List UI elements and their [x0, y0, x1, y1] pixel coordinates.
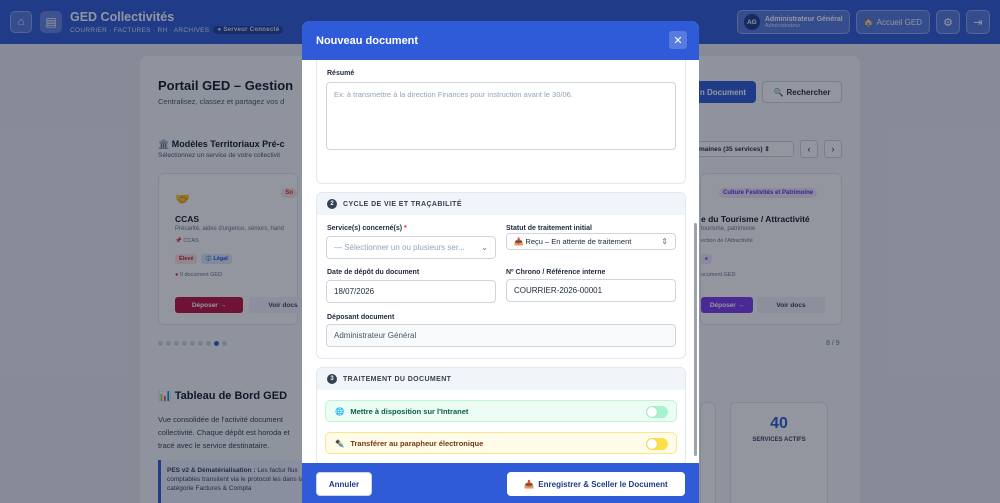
modal-footer: Annuler 📥 Enregistrer & Sceller le Docum… [302, 463, 699, 503]
status-label: Statut de traitement initial [506, 225, 592, 232]
modal-header: Nouveau document ✕ [302, 21, 699, 60]
summary-label: Résumé [327, 70, 355, 77]
status-select[interactable]: 📥 Reçu – En attente de traitement ⇕ [506, 233, 676, 250]
section-number: 2 [327, 199, 337, 209]
close-icon: ✕ [673, 34, 683, 47]
pen-icon: ✒️ [335, 438, 345, 448]
save-button-label: Enregistrer & Sceller le Document [538, 479, 668, 489]
date-input[interactable]: 18/07/2026 [326, 280, 496, 303]
intranet-label: Mettre à disposition sur l'Intranet [350, 406, 469, 416]
toggle-knob [647, 439, 657, 449]
new-document-modal: Nouveau document ✕ Résumé Ex: à transmet… [302, 21, 699, 503]
close-button[interactable]: ✕ [669, 31, 687, 49]
depositor-field: Administrateur Général [326, 324, 676, 347]
services-label: Service(s) concerné(s) * [327, 225, 407, 232]
section-number: 3 [327, 374, 337, 384]
parapheur-toggle-row[interactable]: ✒️ Transférer au parapheur électronique [325, 432, 677, 454]
section-general: Résumé Ex: à transmettre à la direction … [316, 60, 686, 184]
save-seal-button[interactable]: 📥 Enregistrer & Sceller le Document [507, 472, 685, 496]
modal-title: Nouveau document [316, 34, 419, 47]
section-title: CYCLE DE VIE ET TRAÇABILITÉ [343, 200, 462, 208]
summary-textarea[interactable]: Ex: à transmettre à la direction Finance… [326, 82, 676, 150]
intranet-toggle-row[interactable]: 🌐 Mettre à disposition sur l'Intranet [325, 400, 677, 422]
intranet-toggle[interactable] [646, 406, 668, 418]
chrono-input[interactable]: COURRIER-2026-00001 [506, 279, 676, 302]
chrono-label: Nº Chrono / Référence interne [506, 269, 606, 276]
toggle-knob [647, 407, 657, 417]
section-processing: 3 TRAITEMENT DU DOCUMENT 🌐 Mettre à disp… [316, 367, 686, 463]
parapheur-toggle[interactable] [646, 438, 668, 450]
globe-icon: 🌐 [335, 406, 345, 416]
date-label: Date de dépôt du document [327, 269, 420, 276]
section-title: TRAITEMENT DU DOCUMENT [343, 375, 452, 383]
required-marker: * [404, 225, 407, 232]
inbox-icon: 📥 [524, 479, 535, 489]
chevron-down-icon: ⌄ [481, 243, 488, 252]
section-lifecycle: 2 CYCLE DE VIE ET TRAÇABILITÉ Service(s)… [316, 192, 686, 359]
modal-body[interactable]: Résumé Ex: à transmettre à la direction … [302, 60, 699, 463]
cancel-button[interactable]: Annuler [316, 472, 372, 496]
parapheur-label: Transférer au parapheur électronique [350, 438, 484, 448]
modal-scrollbar[interactable] [694, 223, 697, 456]
services-multiselect[interactable]: — Sélectionner un ou plusieurs ser... ⌄ [326, 236, 496, 259]
depositor-label: Déposant document [327, 314, 395, 321]
chevron-updown-icon: ⇕ [661, 237, 668, 246]
